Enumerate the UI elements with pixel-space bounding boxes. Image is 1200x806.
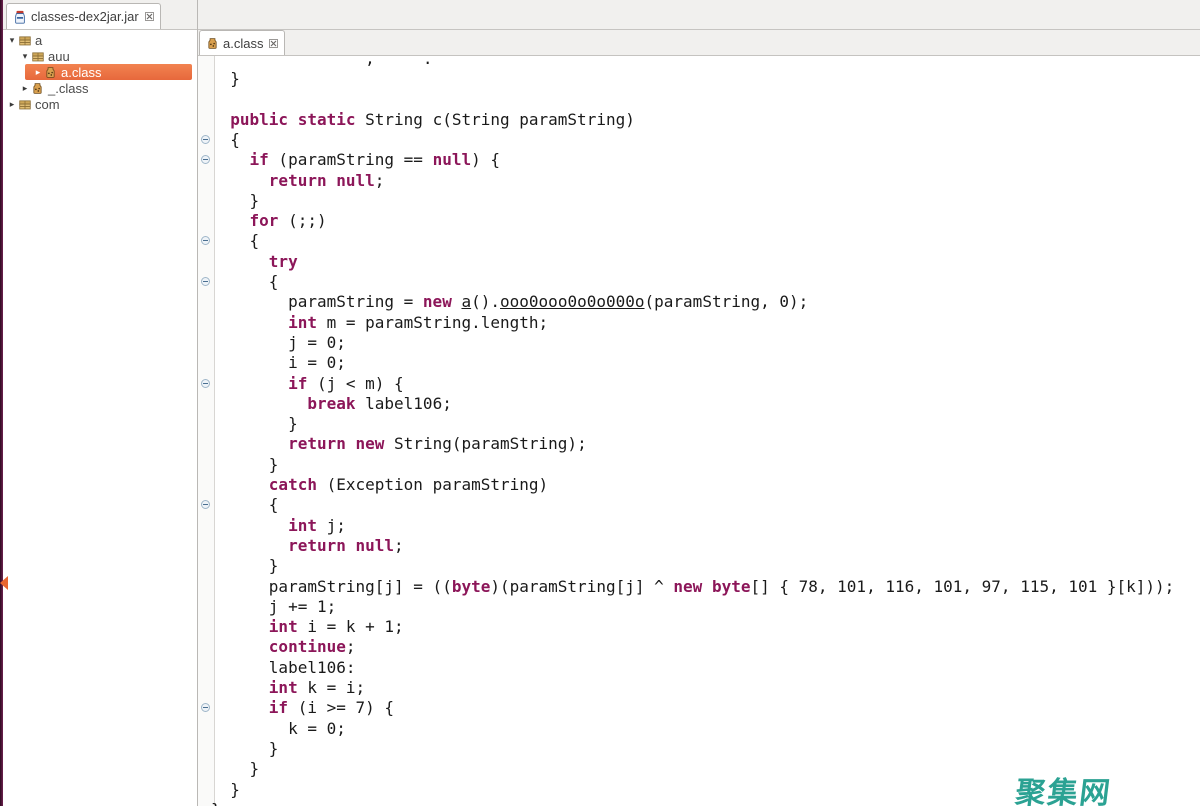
- code-line: for (;;): [211, 211, 327, 231]
- code-line: }: [211, 414, 298, 434]
- code-line: }: [211, 191, 259, 211]
- close-icon[interactable]: [269, 39, 278, 48]
- decompiled-symbol-link[interactable]: a: [461, 292, 471, 311]
- tab-classes-dex2jar-jar[interactable]: classes-dex2jar.jar: [6, 3, 161, 29]
- code-line: }: [211, 780, 240, 800]
- code-line: }: [211, 455, 278, 475]
- code-line: if (paramString == null) {: [211, 150, 500, 170]
- code-line: return null;: [211, 171, 384, 191]
- code-line: {: [211, 231, 259, 251]
- fold-collapse-icon[interactable]: [201, 379, 210, 388]
- window-edge: [0, 0, 3, 806]
- class-icon: [43, 65, 58, 79]
- code-line: k = 0;: [211, 719, 346, 739]
- class-icon: [206, 37, 219, 50]
- package-icon: [17, 33, 32, 47]
- tab-label: a.class: [223, 36, 263, 51]
- code-line: }: [211, 800, 221, 806]
- collapse-arrow-icon[interactable]: ▾: [7, 35, 17, 46]
- code-line: {: [211, 272, 278, 292]
- code-line: {: [211, 495, 278, 515]
- tab-label: classes-dex2jar.jar: [31, 9, 139, 24]
- tree-item-a[interactable]: ▾a: [7, 32, 197, 48]
- code-view: , . } public static String c(String para…: [197, 56, 1200, 806]
- expand-arrow-icon[interactable]: ▸: [7, 99, 17, 110]
- tree-item-label: a: [35, 33, 42, 48]
- panel-divider[interactable]: [197, 0, 198, 806]
- collapse-arrow-icon[interactable]: ▾: [20, 51, 30, 62]
- code-line: }: [211, 739, 278, 759]
- fold-collapse-icon[interactable]: [201, 135, 210, 144]
- tree-item-label: auu: [48, 49, 70, 64]
- tree-item-com[interactable]: ▸ com: [7, 96, 197, 112]
- code-line: paramString[j] = ((byte)(paramString[j] …: [211, 577, 1174, 597]
- jar-icon: [13, 10, 27, 24]
- code-line: return null;: [211, 536, 404, 556]
- code-line: return new String(paramString);: [211, 434, 587, 454]
- edge-arrow-marker: [0, 576, 8, 590]
- tree-item-label: _.class: [48, 81, 88, 96]
- expand-arrow-icon[interactable]: ▸: [20, 83, 30, 94]
- class-icon: [30, 81, 45, 95]
- code-line: }: [211, 556, 278, 576]
- tree-item-auu[interactable]: ▾ auu: [20, 48, 197, 64]
- editor-tab-bar: [197, 29, 1200, 55]
- watermark: 聚集网: [1013, 768, 1114, 806]
- code-line: j += 1;: [211, 597, 336, 617]
- code-line: j = 0;: [211, 333, 346, 353]
- tree-item-label: com: [35, 97, 60, 112]
- code-line: int j;: [211, 516, 346, 536]
- code-editor[interactable]: , . } public static String c(String para…: [197, 55, 1200, 806]
- tab-a-class[interactable]: a.class: [199, 30, 285, 55]
- top-tab-bar: [0, 0, 1200, 30]
- decompiled-symbol-link[interactable]: ooo0ooo0o0o000o: [500, 292, 645, 311]
- code-line: continue;: [211, 637, 356, 657]
- tree-item-label: a.class: [61, 65, 101, 80]
- code-line: try: [211, 252, 298, 272]
- code-line: public static String c(String paramStrin…: [211, 110, 635, 130]
- package-icon: [30, 49, 45, 63]
- code-line: paramString = new a().ooo0ooo0o0o000o(pa…: [211, 292, 808, 312]
- code-line: , .: [211, 55, 433, 69]
- code-line: int i = k + 1;: [211, 617, 404, 637]
- close-icon[interactable]: [145, 12, 154, 21]
- code-line: }: [211, 759, 259, 779]
- decompiler-window: classes-dex2jar.jar ▾a▾auu▸a.class▸_.cla…: [0, 0, 1200, 806]
- package-explorer[interactable]: ▾a▾auu▸a.class▸_.class▸com: [3, 30, 197, 806]
- fold-collapse-icon[interactable]: [201, 277, 210, 286]
- code-line: catch (Exception paramString): [211, 475, 548, 495]
- code-line: if (j < m) {: [211, 374, 404, 394]
- code-line: i = 0;: [211, 353, 346, 373]
- expand-arrow-icon[interactable]: ▸: [33, 67, 43, 78]
- code-line: }: [211, 69, 240, 89]
- code-line: {: [211, 130, 240, 150]
- code-line: label106:: [211, 658, 356, 678]
- code-line: if (i >= 7) {: [211, 698, 394, 718]
- tree-item--class[interactable]: ▸ _.class: [20, 80, 197, 96]
- code-line: break label106;: [211, 394, 452, 414]
- package-tree: ▾a▾auu▸a.class▸_.class▸com: [3, 30, 197, 112]
- tree-item-a-class[interactable]: ▸ a.class: [25, 64, 192, 80]
- package-icon: [17, 97, 32, 111]
- code-line: int k = i;: [211, 678, 365, 698]
- code-line: int m = paramString.length;: [211, 313, 548, 333]
